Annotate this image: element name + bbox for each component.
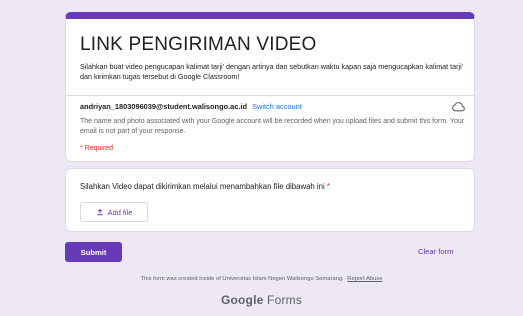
required-indicator: * Required xyxy=(80,145,114,152)
required-asterisk: * xyxy=(326,182,330,191)
switch-account-link[interactable]: Switch account xyxy=(252,102,302,111)
header-divider xyxy=(66,95,474,96)
upload-icon xyxy=(96,208,103,216)
file-upload-question-card: Silahkan Video dapat dikirimkan melalui … xyxy=(65,168,475,232)
form-title: LINK PENGIRIMAN VIDEO xyxy=(80,34,317,55)
privacy-notice: The name and photo associated with your … xyxy=(80,118,465,135)
footer-text: This form was created inside of Universi… xyxy=(140,276,344,282)
cloud-icon xyxy=(452,102,465,112)
brand-forms: Forms xyxy=(267,293,303,307)
submit-button[interactable]: Submit xyxy=(65,242,122,262)
form-header-card: LINK PENGIRIMAN VIDEO Silahkan buat vide… xyxy=(65,12,475,162)
form-description: Silahkan buat video pengucapan kalimat t… xyxy=(80,62,464,81)
clear-form-button[interactable]: Clear form xyxy=(418,247,453,256)
brand-google: Google xyxy=(220,293,264,307)
add-file-label: Add file xyxy=(107,207,133,217)
account-row: andriyan_1803096039@student.walisongo.ac… xyxy=(80,102,465,112)
report-abuse-link[interactable]: Report Abuse xyxy=(347,276,382,282)
question-text: Silahkan Video dapat dikirimkan melalui … xyxy=(80,182,330,191)
question-label: Silahkan Video dapat dikirimkan melalui … xyxy=(80,182,325,191)
google-forms-logo[interactable]: Google Forms xyxy=(0,293,523,307)
footer-notice: This form was created inside of Universi… xyxy=(0,276,523,282)
add-file-button[interactable]: Add file xyxy=(80,202,148,222)
account-email: andriyan_1803096039@student.walisongo.ac… xyxy=(80,102,247,111)
